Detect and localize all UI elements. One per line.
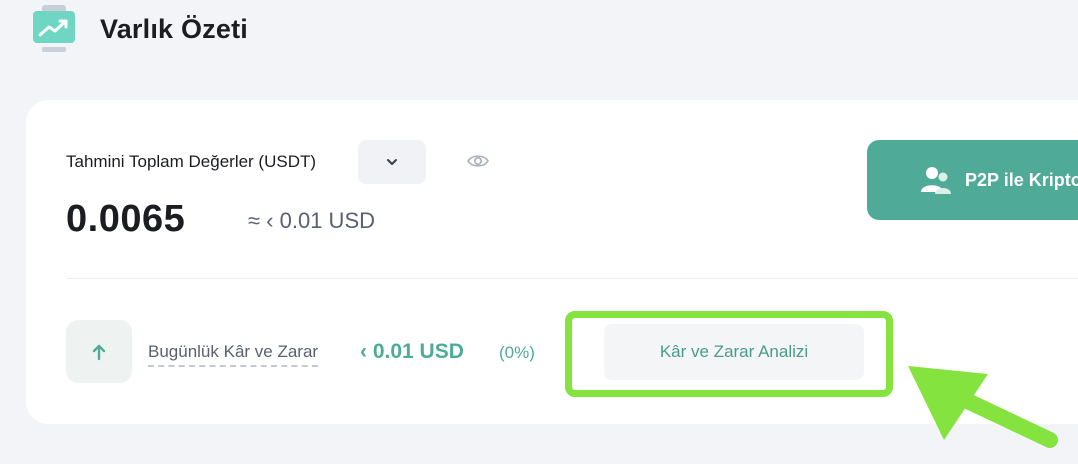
arrow-up-icon (66, 320, 132, 383)
daily-pnl-percent: (0%) (499, 343, 535, 362)
users-icon (919, 165, 953, 195)
daily-pnl-value: ‹ 0.01 USD (360, 340, 464, 363)
p2p-crypto-label: P2P ile Kripto (965, 169, 1078, 190)
daily-pnl-label[interactable]: Bugünlük Kâr ve Zarar (148, 342, 319, 367)
trend-monitor-icon (30, 5, 78, 53)
divider (66, 278, 1078, 279)
chevron-down-icon (387, 159, 397, 165)
total-value: 0.0065 (66, 198, 186, 240)
total-value-label: Tahmini Toplam Değerler (USDT) (66, 152, 317, 171)
page-title: Varlık Özeti (100, 13, 248, 44)
annotation-arrow-icon (908, 366, 1058, 448)
page-header: Varlık Özeti (30, 5, 248, 53)
p2p-crypto-button[interactable]: P2P ile Kripto (867, 140, 1078, 220)
highlight-annotation-box (565, 311, 893, 397)
total-approx-usd: ≈ ‹ 0.01 USD (248, 208, 376, 233)
eye-icon[interactable] (466, 150, 490, 172)
currency-dropdown-button[interactable] (358, 140, 426, 184)
